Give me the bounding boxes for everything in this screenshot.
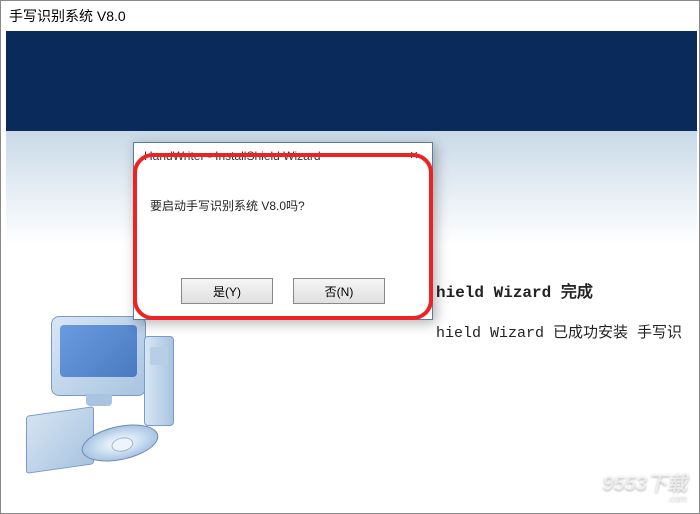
wizard-body-text: hield Wizard 已成功安装 手写识 bbox=[436, 321, 682, 342]
watermark: 9553下载 .com bbox=[603, 474, 688, 503]
wizard-heading: hield Wizard 完成 bbox=[436, 278, 593, 302]
watermark-text: 9553下载 bbox=[603, 473, 688, 495]
installer-artwork bbox=[26, 306, 186, 486]
dialog-title-text: HandWriter - InstallShield Wizard bbox=[144, 149, 321, 163]
close-icon[interactable]: × bbox=[404, 147, 424, 164]
watermark-sub: .com bbox=[603, 494, 688, 503]
monitor-stand-icon bbox=[86, 394, 112, 406]
tower-icon bbox=[144, 336, 174, 426]
software-box-icon bbox=[26, 406, 94, 474]
no-button[interactable]: 否(N) bbox=[293, 278, 385, 304]
confirm-dialog: HandWriter - InstallShield Wizard × 要启动手… bbox=[133, 142, 433, 320]
window-title: 手写识别系统 V8.0 bbox=[9, 8, 126, 24]
installer-window: 手写识别系统 V8.0 hield Wizard 完成 hield Wizard… bbox=[0, 0, 700, 514]
dialog-button-row: 是(Y) 否(N) bbox=[134, 278, 432, 304]
dialog-title-bar: HandWriter - InstallShield Wizard × bbox=[134, 143, 432, 173]
window-title-bar: 手写识别系统 V8.0 bbox=[1, 1, 699, 31]
yes-button[interactable]: 是(Y) bbox=[181, 278, 273, 304]
monitor-icon bbox=[51, 316, 146, 396]
dialog-message: 要启动手写识别系统 V8.0吗? bbox=[134, 173, 432, 238]
